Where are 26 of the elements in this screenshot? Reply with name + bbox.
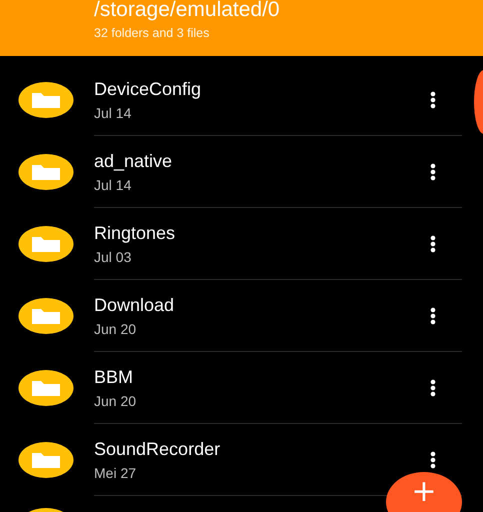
folder-name[interactable]: SoundRecorder [94, 438, 420, 460]
folder-date: Mei 27 [94, 464, 138, 482]
folder-date: Jun 20 [94, 392, 138, 410]
folder-date: Jun 20 [94, 320, 138, 338]
more-options-icon[interactable] [430, 90, 436, 108]
folder-icon [18, 298, 74, 334]
folder-path: /storage/emulated/0 [94, 0, 281, 21]
folder-name[interactable]: Ringtones [94, 222, 420, 244]
folder-name[interactable]: Download [94, 294, 420, 316]
folder-icon [18, 154, 74, 190]
folder-icon [18, 442, 74, 478]
folder-name[interactable]: ad_native [94, 150, 420, 172]
more-options-icon[interactable] [430, 234, 436, 252]
folder-date: Jul 14 [94, 104, 132, 122]
folder-name[interactable]: BBM [94, 366, 420, 388]
folder-date: Jul 03 [94, 248, 132, 266]
folder-icon [18, 82, 74, 118]
folder-summary: 32 folders and 3 files [94, 25, 210, 41]
more-options-icon[interactable] [430, 162, 436, 180]
folder-icon [18, 226, 74, 262]
folder-date: Jul 14 [94, 176, 132, 194]
more-options-icon[interactable] [430, 450, 436, 468]
more-options-icon[interactable] [430, 378, 436, 396]
folder-name[interactable]: DeviceConfig [94, 78, 420, 100]
folder-icon [18, 370, 74, 406]
more-options-icon[interactable] [430, 306, 436, 324]
